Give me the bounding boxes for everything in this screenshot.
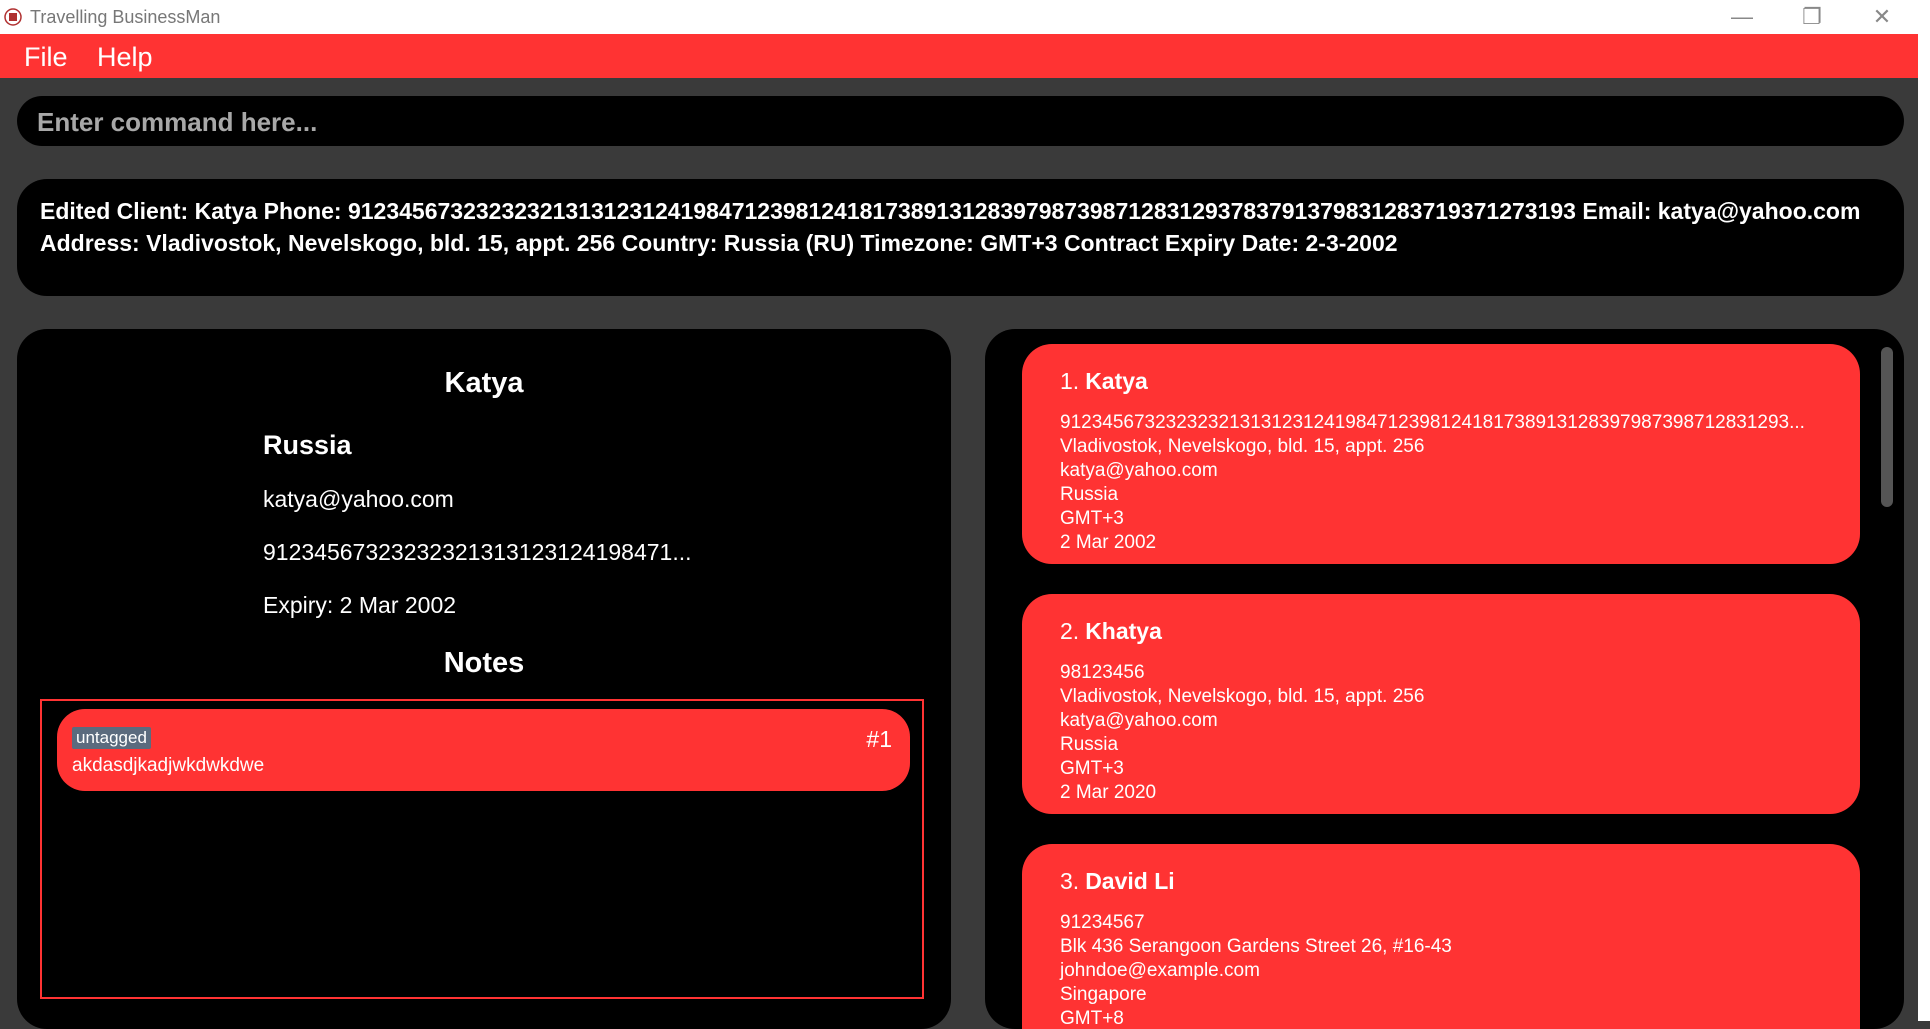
result-display: Edited Client: Katya Phone: 912345673232… — [17, 179, 1904, 296]
client-name: Katya — [1085, 368, 1148, 394]
client-phone: 9123456732323232131312312419847123981241… — [1060, 412, 1805, 433]
note-tag-badge: untagged — [72, 727, 151, 749]
menu-help[interactable]: Help — [97, 42, 153, 73]
client-email: johndoe@example.com — [1060, 960, 1260, 981]
client-expiry: 2 Mar 2020 — [1060, 782, 1157, 803]
client-country: Russia — [1060, 484, 1119, 505]
client-name-heading: Katya — [444, 367, 524, 399]
menu-bar: File Help — [0, 34, 1918, 78]
command-input[interactable] — [35, 96, 1889, 148]
client-index: 1. — [1060, 368, 1080, 394]
minimize-button[interactable]: — — [1712, 2, 1772, 32]
window-edge — [1918, 34, 1930, 1021]
client-name: Khatya — [1085, 618, 1162, 644]
maximize-button[interactable]: ❐ — [1782, 2, 1842, 32]
client-card[interactable]: 1. Katya 91234567323232321313123124198471… — [1022, 344, 1860, 564]
window-title: Travelling BusinessMan — [30, 7, 221, 27]
client-timezone: GMT+8 — [1060, 1008, 1124, 1029]
title-bar: Travelling BusinessMan — ❐ ✕ — [0, 0, 1930, 34]
client-timezone: GMT+3 — [1060, 508, 1124, 529]
result-text: Edited Client: Katya Phone: 912345673232… — [40, 198, 1861, 256]
list-scrollbar[interactable] — [1881, 347, 1893, 507]
client-expiry: Expiry: 2 Mar 2002 — [263, 592, 457, 618]
notes-list: untagged #1 akdasdjkadjwkdwkdwe — [40, 699, 924, 999]
note-text: akdasdjkadjwkdwkdwe — [72, 755, 265, 776]
client-phone: 91234567323232321313123124198471... — [263, 539, 692, 565]
client-index: 3. — [1060, 868, 1080, 894]
notes-heading: Notes — [443, 647, 525, 679]
client-phone: 91234567 — [1060, 912, 1145, 933]
client-detail-panel: Katya Russia katya@yahoo.com 91234567323… — [17, 329, 951, 1029]
client-address: Blk 436 Serangoon Gardens Street 26, #16… — [1060, 936, 1452, 957]
client-card[interactable]: 3. David Li 91234567 Blk 436 Serangoon Ga… — [1022, 844, 1860, 1029]
client-address: Vladivostok, Nevelskogo, bld. 15, appt. … — [1060, 436, 1425, 457]
client-email: katya@yahoo.com — [263, 486, 454, 512]
note-number: #1 — [866, 726, 892, 752]
client-list-panel: 1. Katya 91234567323232321313123124198471… — [985, 329, 1904, 1029]
client-index: 2. — [1060, 618, 1080, 644]
client-country: Singapore — [1060, 984, 1147, 1005]
close-button[interactable]: ✕ — [1852, 2, 1912, 32]
client-address: Vladivostok, Nevelskogo, bld. 15, appt. … — [1060, 686, 1425, 707]
client-email: katya@yahoo.com — [1060, 460, 1218, 481]
client-email: katya@yahoo.com — [1060, 710, 1218, 731]
command-box — [17, 96, 1904, 148]
client-phone: 98123456 — [1060, 662, 1145, 683]
app-logo-icon — [4, 8, 22, 26]
note-card[interactable]: untagged #1 akdasdjkadjwkdwkdwe — [57, 709, 910, 791]
client-timezone: GMT+3 — [1060, 758, 1124, 779]
client-expiry: 2 Mar 2002 — [1060, 532, 1157, 553]
client-name: David Li — [1085, 868, 1175, 894]
menu-file[interactable]: File — [24, 42, 68, 73]
client-country: Russia — [263, 430, 352, 460]
client-card[interactable]: 2. Khatya 98123456 Vladivostok, Nevelskog… — [1022, 594, 1860, 814]
client-country: Russia — [1060, 734, 1119, 755]
